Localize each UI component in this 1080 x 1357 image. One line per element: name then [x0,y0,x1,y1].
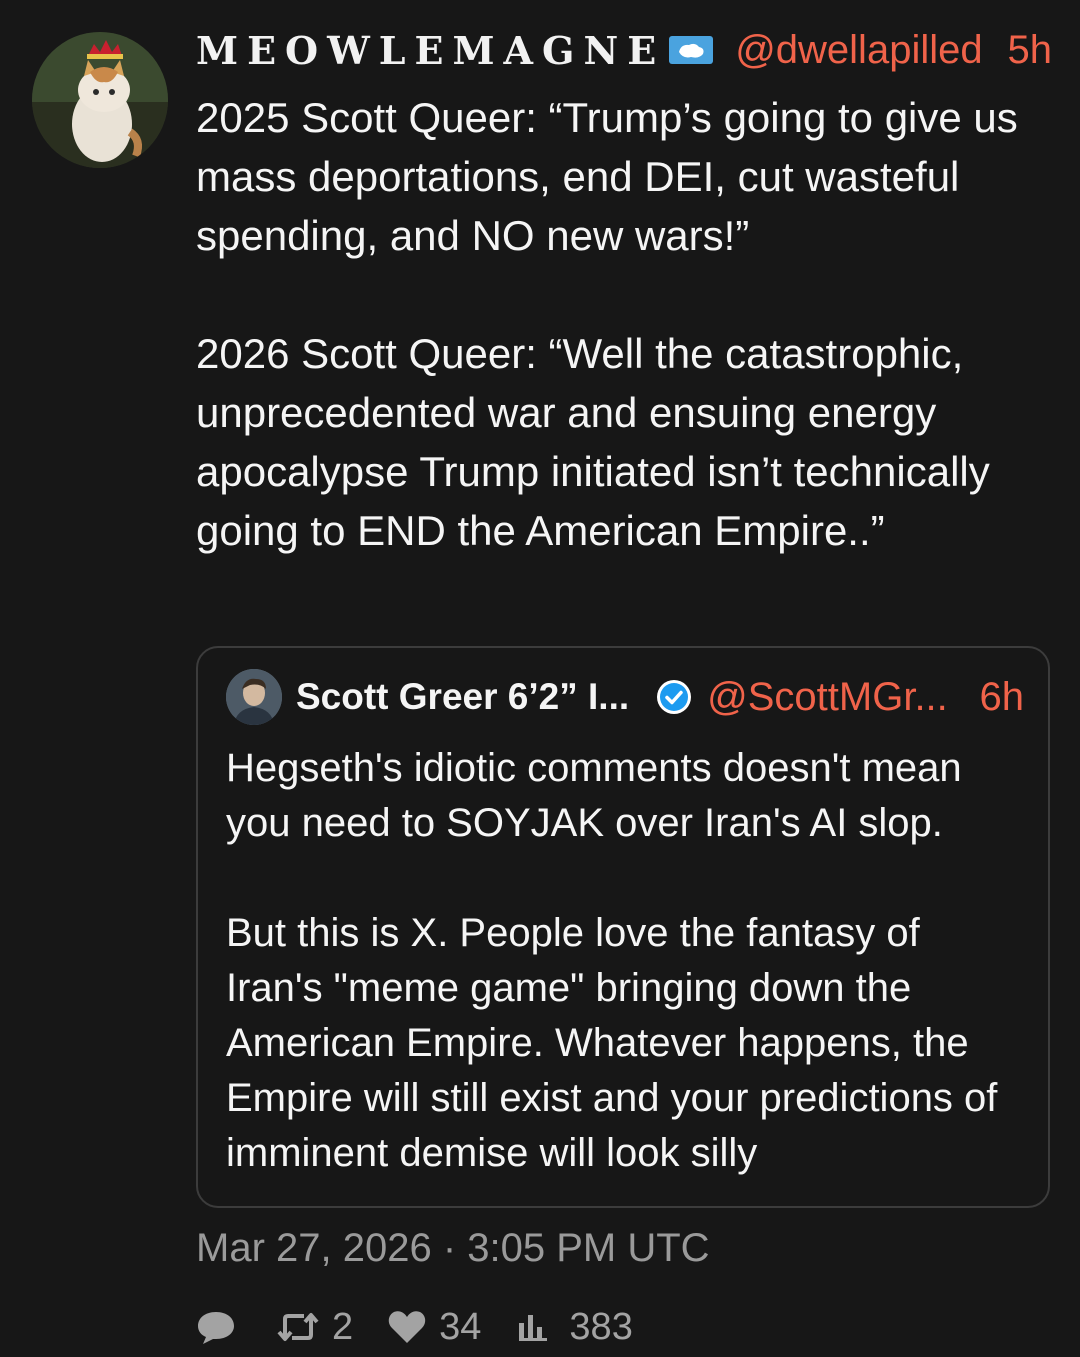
quoted-author-display-name[interactable]: Scott Greer 6’2” I... [296,676,629,718]
quoted-tweet-time[interactable]: 6h [980,675,1025,720]
author-display-name[interactable]: MEOWLEMAGNE [196,28,665,73]
person-avatar-image [226,669,282,725]
heart-icon [388,1311,426,1343]
reply-button[interactable] [196,1308,248,1346]
tweet-stats-bar: 2 34 383 [196,1300,633,1354]
quoted-tweet-body: Hegseth's idiotic comments doesn't mean … [226,741,1026,1181]
views-button[interactable]: 383 [517,1305,633,1349]
quoted-author-handle[interactable]: @ScottMGr... [707,675,948,720]
quoted-tweet-header: Scott Greer 6’2” I... @ScottMGr... 6h [226,668,1024,726]
antarctica-flag-icon [669,36,714,64]
tweet-paragraph: 2026 Scott Queer: “Well the catastrophic… [196,330,990,554]
tweet-paragraph: 2025 Scott Queer: “Trump’s going to give… [196,94,1018,259]
quoted-tweet-paragraph: Hegseth's idiotic comments doesn't mean … [226,746,962,845]
like-button[interactable]: 34 [387,1306,481,1349]
tweet-header: MEOWLEMAGNE @dwellapilled 5h [196,24,1052,76]
view-count: 383 [569,1305,633,1348]
retweet-count: 2 [332,1305,354,1348]
bar-chart-icon [519,1315,548,1341]
cat-avatar-image [32,32,168,168]
tweet-body: 2025 Scott Queer: “Trump’s going to give… [196,88,1046,560]
comment-icon [198,1312,234,1344]
retweet-button[interactable]: 2 [276,1306,353,1349]
author-handle[interactable]: @dwellapilled [735,28,982,73]
quoted-author-avatar[interactable] [226,669,282,725]
tweet-timestamp[interactable]: Mar 27, 2026 · 3:05 PM UTC [196,1226,710,1271]
quoted-tweet-paragraph: But this is X. People love the fantasy o… [226,911,998,1175]
author-avatar[interactable] [32,32,168,168]
tweet-time[interactable]: 5h [1008,28,1053,73]
retweet-icon [277,1313,319,1341]
quoted-tweet[interactable]: Scott Greer 6’2” I... @ScottMGr... 6h He… [196,646,1050,1208]
verified-badge-icon [657,680,692,714]
like-count: 34 [439,1305,482,1348]
